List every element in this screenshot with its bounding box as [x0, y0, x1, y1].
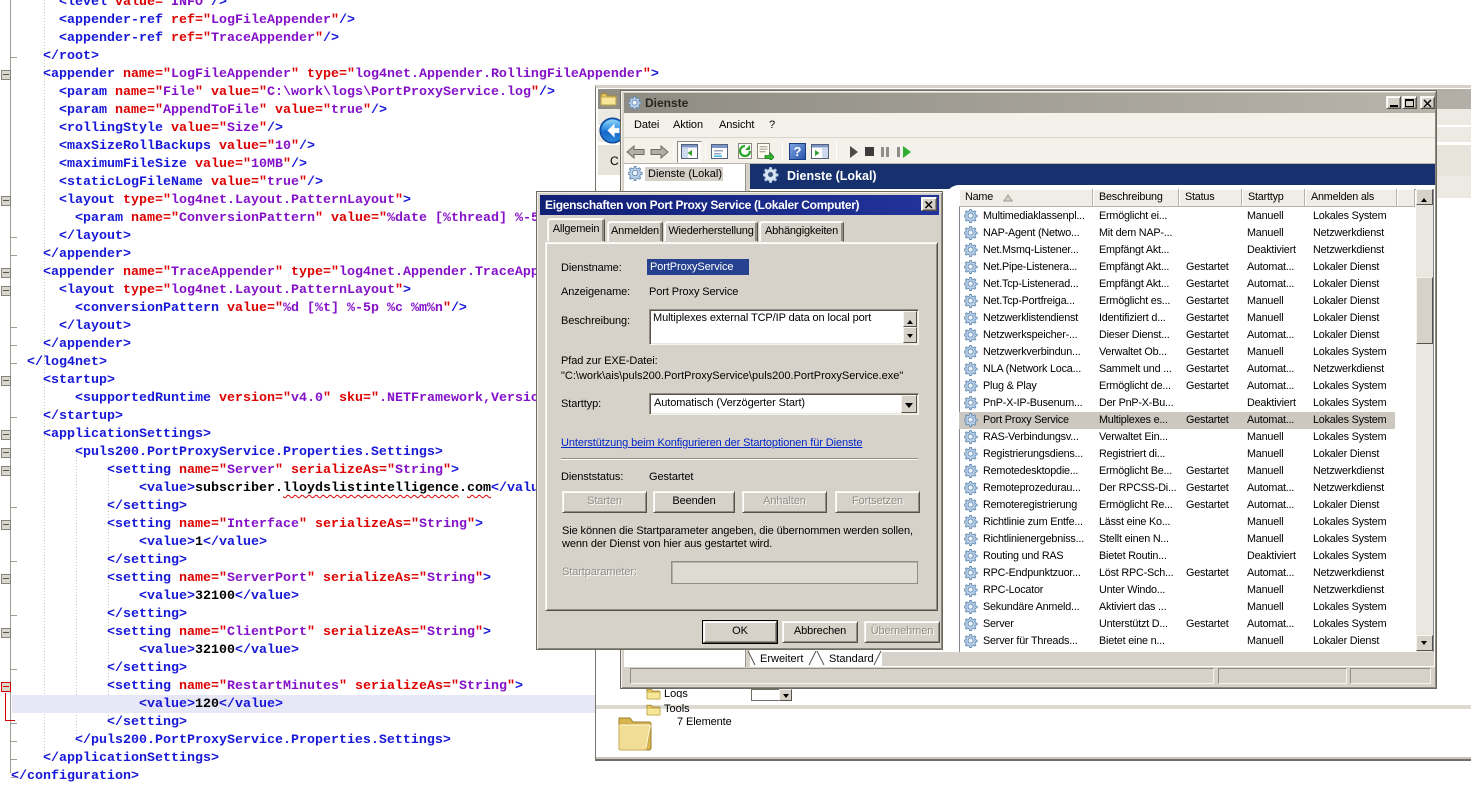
- svg-text:Standard: Standard: [829, 653, 874, 665]
- svg-text:Erweitert: Erweitert: [760, 653, 803, 665]
